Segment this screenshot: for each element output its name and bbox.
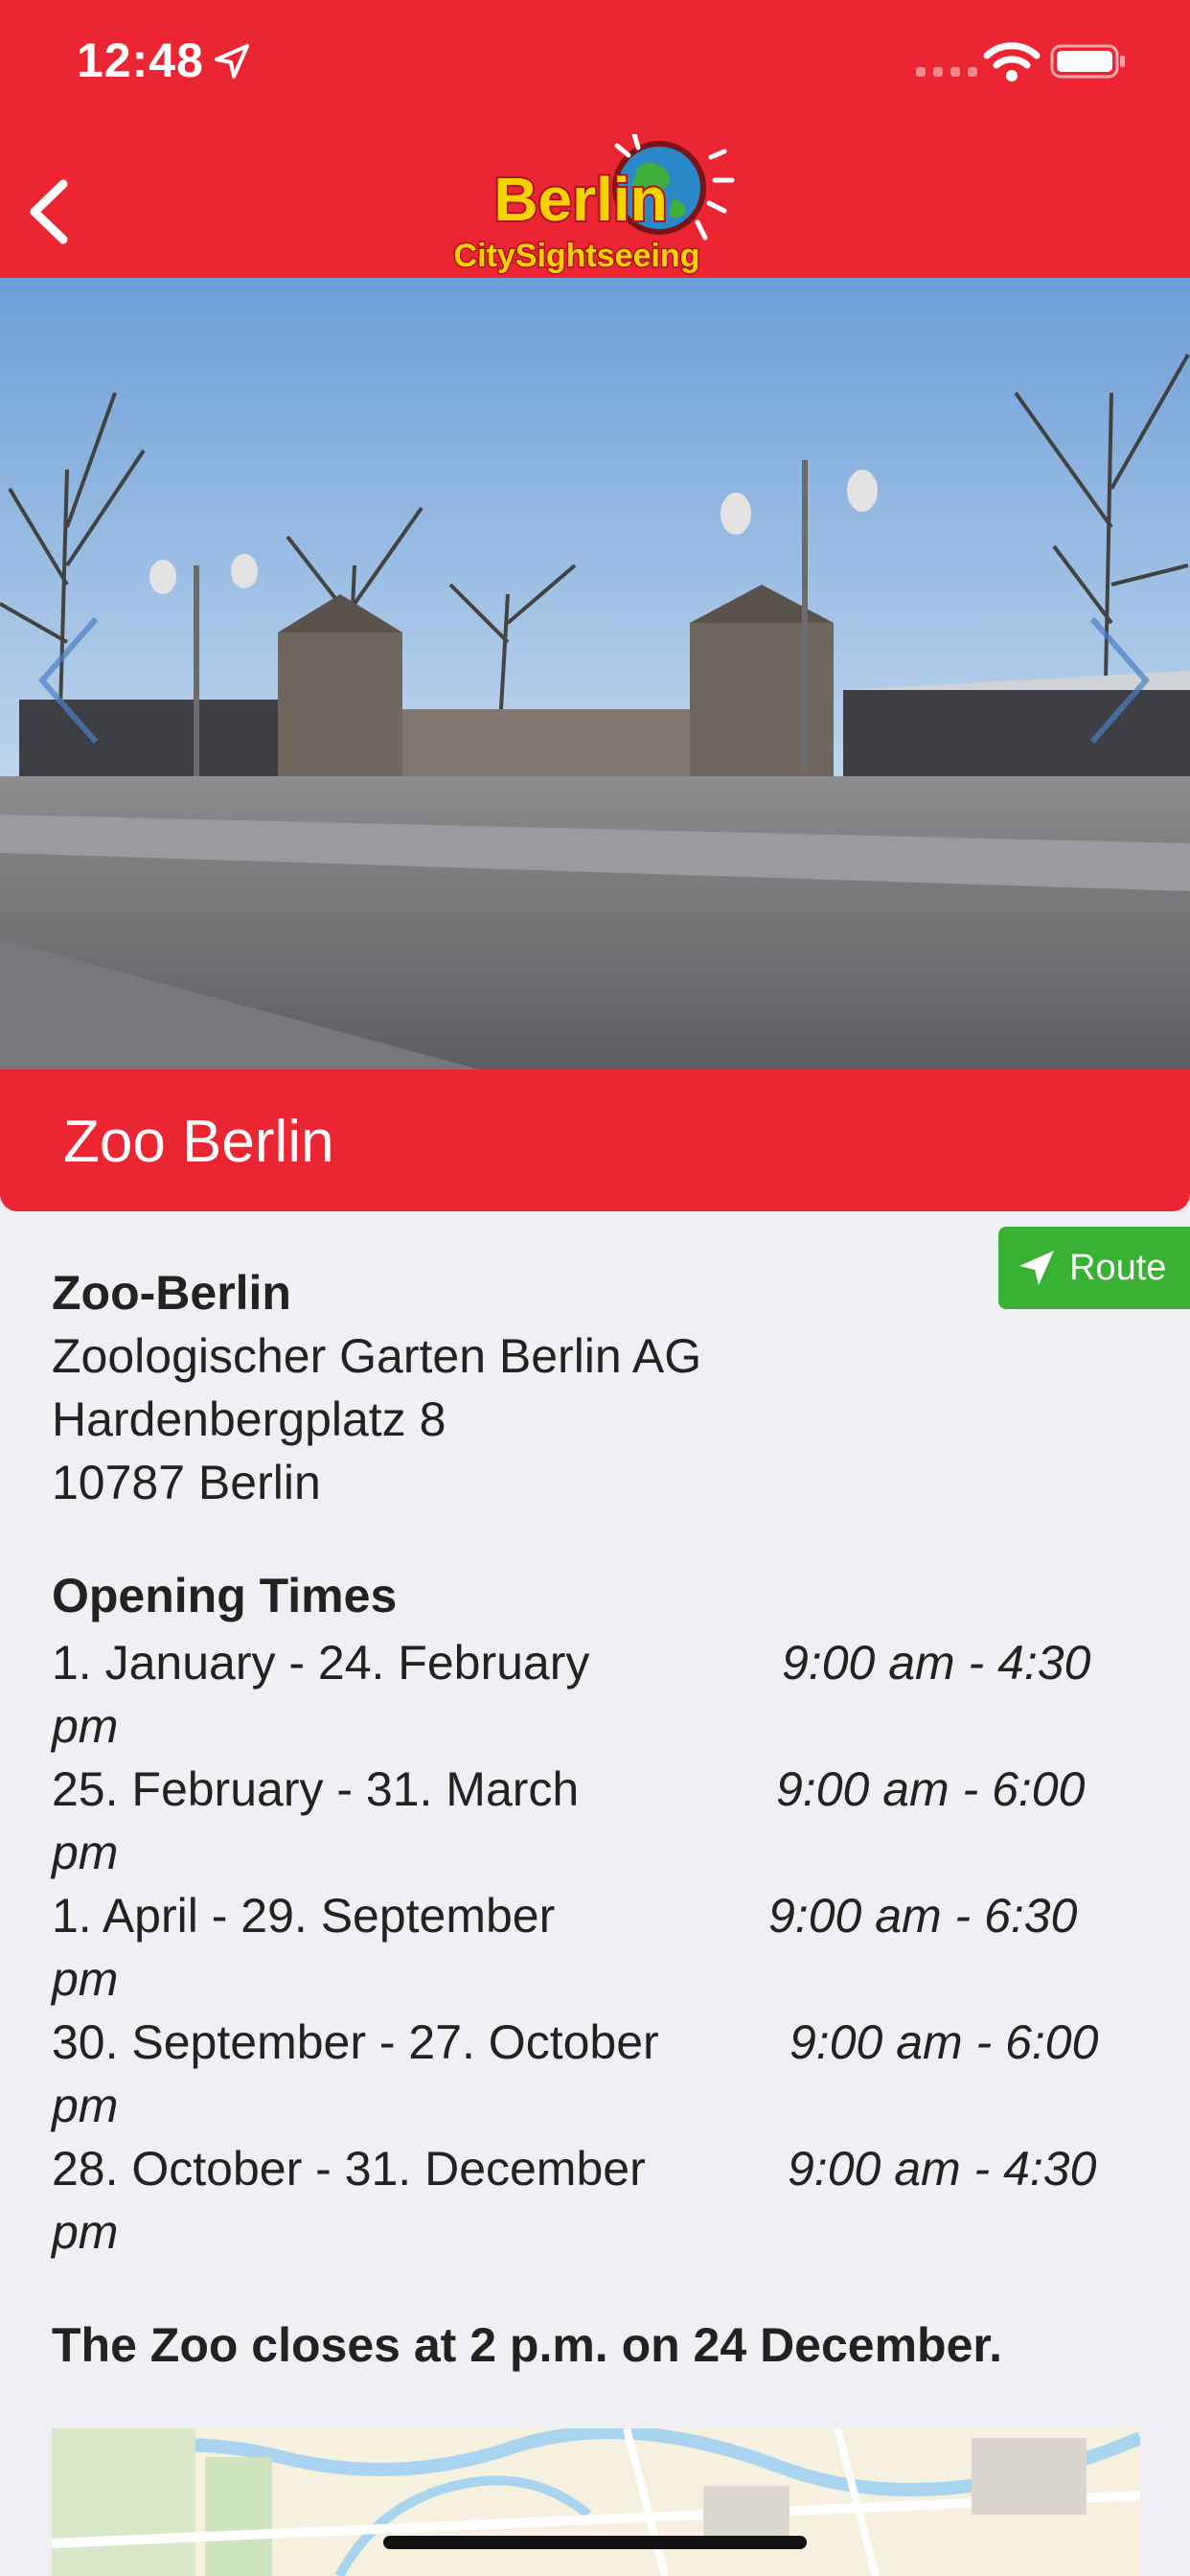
attraction-photo[interactable] (0, 278, 1190, 1070)
back-chevron-icon[interactable] (13, 171, 90, 253)
logo-text-top: Berlin (493, 165, 667, 234)
address-name: Zoo-Berlin (52, 1266, 291, 1320)
wifi-icon (983, 42, 1041, 81)
battery-icon (1050, 44, 1125, 79)
opening-time: 9:00 am - 4:30 (788, 2142, 1097, 2196)
opening-time: 9:00 am - 6:30 (768, 1889, 1078, 1943)
address-line-2: Hardenbergplatz 8 (52, 1392, 446, 1446)
opening-time-suffix: pm (52, 2079, 119, 2132)
address-line-1: Zoologischer Garten Berlin AG (52, 1329, 702, 1383)
attraction-title-bar: Zoo Berlin (0, 1070, 1190, 1211)
home-indicator[interactable] (383, 2536, 807, 2549)
christmas-closing-note: The Zoo closes at 2 p.m. on 24 December. (52, 2318, 1002, 2372)
opening-time: 9:00 am - 6:00 (776, 1762, 1086, 1816)
opening-period: 1. April - 29. September (52, 1889, 556, 1943)
address-block: Zoo-Berlin Zoologischer Garten Berlin AG… (52, 1261, 1106, 1514)
opening-period: 30. September - 27. October (52, 2015, 659, 2069)
attraction-title: Zoo Berlin (63, 1109, 334, 1175)
opening-period: 25. February - 31. March (52, 1762, 580, 1816)
opening-times-title: Opening Times (52, 1569, 398, 1622)
cellular-signal-icon (916, 67, 977, 77)
opening-period: 28. October - 31. December (52, 2142, 646, 2196)
opening-time-suffix: pm (52, 1699, 119, 1753)
opening-time-suffix: pm (52, 1952, 119, 2006)
address-line-3: 10787 Berlin (52, 1456, 321, 1509)
navigation-bar: 12:48 Berlin CitySightseeing (0, 0, 1190, 278)
status-time: 12:48 (77, 34, 204, 87)
location-map[interactable] (52, 2428, 1140, 2576)
opening-time-suffix: pm (52, 2205, 119, 2259)
opening-time: 9:00 am - 4:30 (782, 1636, 1091, 1690)
opening-time: 9:00 am - 6:00 (790, 2015, 1099, 2069)
location-arrow-icon (215, 44, 249, 79)
opening-time-suffix: pm (52, 1826, 119, 1879)
logo-text-bottom: CitySightseeing (454, 238, 700, 274)
berlin-citysightseeing-logo: Berlin CitySightseeing (452, 134, 735, 276)
opening-period: 1. January - 24. February (52, 1636, 590, 1690)
